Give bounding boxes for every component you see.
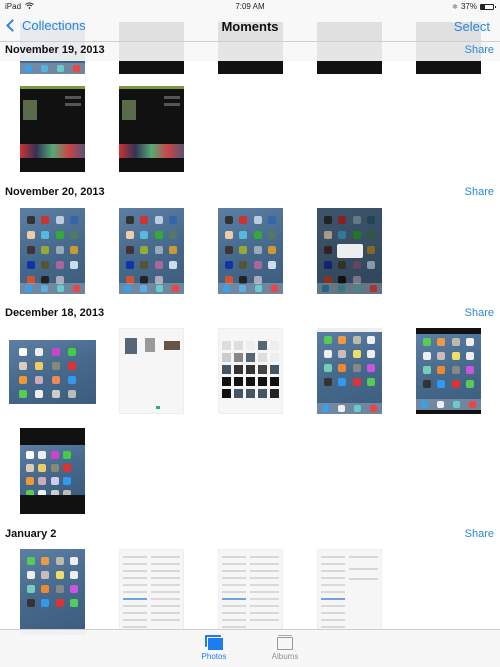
photo-thumbnail[interactable] bbox=[317, 328, 382, 414]
section-header: November 20, 2013 Share bbox=[0, 183, 500, 203]
back-button-label: Collections bbox=[22, 18, 86, 33]
photo-thumbnail[interactable] bbox=[119, 549, 184, 635]
share-button[interactable]: Share bbox=[465, 186, 494, 198]
photo-thumbnail[interactable] bbox=[317, 549, 382, 635]
battery-percent: 37% bbox=[460, 2, 477, 11]
photo-thumbnail[interactable] bbox=[20, 549, 85, 635]
tab-photos-label: Photos bbox=[201, 652, 227, 661]
section-date: November 19, 2013 bbox=[5, 44, 105, 56]
photo-thumbnail[interactable] bbox=[119, 86, 184, 172]
tab-bar: Photos Albums bbox=[0, 629, 500, 667]
section-header: January 2 Share bbox=[0, 525, 500, 545]
share-button[interactable]: Share bbox=[465, 44, 494, 56]
section-header: November 19, 2013 Share bbox=[0, 41, 500, 61]
photo-thumbnail[interactable] bbox=[20, 428, 85, 514]
albums-icon bbox=[276, 635, 294, 650]
tab-photos[interactable]: Photos bbox=[189, 635, 239, 661]
chevron-left-icon bbox=[6, 19, 19, 32]
bluetooth-icon: ✱ bbox=[452, 3, 458, 11]
section-header: December 18, 2013 Share bbox=[0, 304, 500, 324]
section-date: December 18, 2013 bbox=[5, 307, 105, 319]
photo-thumbnail[interactable] bbox=[218, 549, 283, 635]
tab-albums-label: Albums bbox=[271, 652, 299, 661]
photo-thumbnail[interactable] bbox=[317, 208, 382, 294]
photo-thumbnail[interactable] bbox=[119, 208, 184, 294]
photo-thumbnail[interactable] bbox=[218, 208, 283, 294]
section-date: January 2 bbox=[5, 528, 57, 540]
back-button[interactable]: Collections bbox=[5, 18, 86, 33]
photos-icon bbox=[205, 635, 223, 650]
select-button[interactable]: Select bbox=[454, 19, 490, 34]
share-button[interactable]: Share bbox=[465, 307, 494, 319]
photo-thumbnail[interactable] bbox=[416, 328, 481, 414]
status-time: 7:09 AM bbox=[235, 2, 265, 11]
photo-thumbnail[interactable] bbox=[9, 340, 96, 404]
tab-albums[interactable]: Albums bbox=[260, 635, 310, 661]
moments-scroll-view[interactable]: November 19, 2013 Share November 20, 201… bbox=[0, 0, 500, 667]
share-button[interactable]: Share bbox=[465, 528, 494, 540]
photo-thumbnail[interactable] bbox=[218, 328, 283, 414]
photo-thumbnail[interactable] bbox=[119, 328, 184, 414]
photo-thumbnail[interactable] bbox=[20, 86, 85, 172]
status-bar: iPad 7:09 AM ✱ 37% bbox=[0, 0, 500, 14]
photo-thumbnail[interactable] bbox=[20, 208, 85, 294]
battery-icon bbox=[480, 3, 496, 10]
section-date: November 20, 2013 bbox=[5, 186, 105, 198]
